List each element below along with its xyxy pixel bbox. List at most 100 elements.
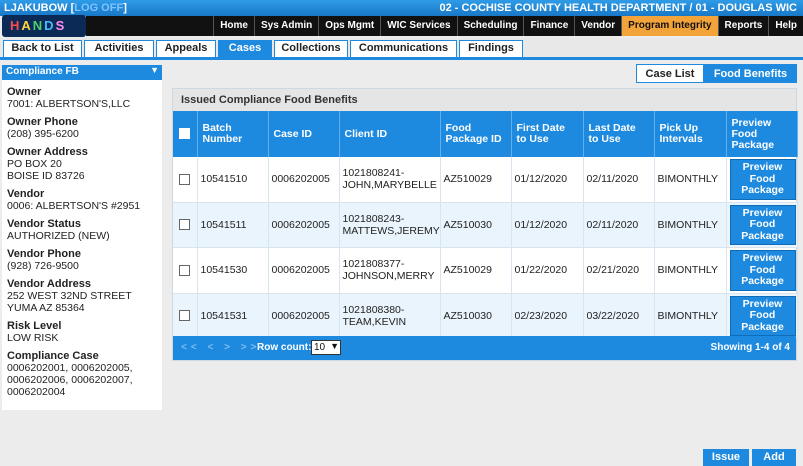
cell-last-date: 03/22/2020 — [583, 293, 655, 339]
issue-button[interactable]: Issue — [703, 449, 749, 466]
top-bar: LJAKUBOW [LOG OFF] 02 - COCHISE COUNTY H… — [0, 0, 803, 16]
sidebar-field-value: LOW RISK — [7, 332, 59, 344]
sidebar-field-label: Owner Address — [7, 146, 88, 158]
preview-food-package-button[interactable]: Preview Food Package — [729, 295, 796, 336]
sidebar-field-value: 7001: ALBERTSON'S,LLC — [7, 98, 131, 110]
row-count-select[interactable]: 10 ▼ — [311, 340, 341, 355]
nav-ops-mgmt[interactable]: Ops Mgmt — [318, 16, 380, 36]
tab-back-to-list[interactable]: Back to List — [3, 40, 82, 57]
col-client-id[interactable]: Client ID — [339, 111, 441, 157]
preview-food-package-button[interactable]: Preview Food Package — [729, 159, 796, 200]
row-checkbox[interactable] — [179, 173, 191, 185]
add-button[interactable]: Add — [752, 449, 796, 466]
nav-scheduling[interactable]: Scheduling — [456, 16, 524, 36]
sidebar-field-value: (928) 726-9500 — [7, 260, 79, 272]
row-checkbox[interactable] — [179, 310, 191, 322]
cell-client-id: 1021808380-TEAM,KEVIN — [339, 293, 441, 339]
tab-findings[interactable]: Findings — [459, 40, 523, 57]
food-benefits-table: Batch Number Case ID Client ID Food Pack… — [173, 111, 798, 339]
tab-cases[interactable]: Cases — [218, 40, 272, 58]
chevron-down-icon: ▼ — [150, 65, 159, 75]
tab-activities[interactable]: Activities — [84, 40, 154, 57]
cell-client-id: 1021808241-JOHN,MARYBELLE — [339, 157, 441, 203]
cell-first-date: 01/12/2020 — [511, 202, 584, 248]
table-row[interactable]: 10541510 0006202005 1021808241-JOHN,MARYBE… — [173, 157, 798, 203]
cell-pickup-interval: BIMONTHLY — [654, 202, 727, 248]
sidebar-field-value: (208) 395-6200 — [7, 128, 79, 140]
nav-wic-services[interactable]: WIC Services — [380, 16, 456, 36]
sidebar-field-value: 0006202001, 0006202005, 0006202006, 0006… — [7, 362, 133, 398]
col-last-date[interactable]: Last Date to Use — [583, 111, 655, 157]
nav-home[interactable]: Home — [213, 16, 254, 36]
table-pager: << < > >> Row count: 10 ▼ Showing 1-4 of… — [173, 336, 796, 360]
col-case-id[interactable]: Case ID — [268, 111, 340, 157]
tab-collections[interactable]: Collections — [274, 40, 348, 57]
sidebar-field: Vendor Status AUTHORIZED (NEW) — [2, 218, 162, 242]
preview-food-package-button[interactable]: Preview Food Package — [729, 204, 796, 245]
logout-link[interactable]: LOG OFF — [74, 2, 123, 14]
nav-finance[interactable]: Finance — [523, 16, 574, 36]
col-batch-number[interactable]: Batch Number — [197, 111, 269, 157]
sidebar-field-label: Compliance Case — [7, 350, 99, 362]
select-all-checkbox[interactable] — [179, 128, 191, 140]
sidebar-field-label: Vendor Address — [7, 278, 91, 290]
food-benefits-button[interactable]: Food Benefits — [704, 64, 797, 83]
hands-logo[interactable]: HANDS — [2, 15, 86, 37]
table-row[interactable]: 10541511 0006202005 1021808243-MATTEWS,JER… — [173, 202, 798, 248]
case-list-button[interactable]: Case List — [636, 64, 704, 83]
cell-batch-number: 10541531 — [197, 293, 269, 339]
row-checkbox[interactable] — [179, 219, 191, 231]
cell-case-id: 0006202005 — [268, 247, 340, 294]
vendor-sidebar: Compliance FB ▼ Owner 7001: ALBERTSON'S,L… — [2, 65, 162, 410]
sidebar-field: Vendor Address 252 WEST 32ND STREET YUMA … — [2, 278, 162, 314]
cell-food-package-id: AZ510030 — [440, 202, 512, 248]
table-row[interactable]: 10541530 0006202005 1021808377-JOHNSON,MER… — [173, 247, 798, 294]
table-header-row: Batch Number Case ID Client ID Food Pack… — [173, 111, 798, 157]
case-type-value: Compliance FB — [6, 66, 79, 77]
col-food-package-id[interactable]: Food Package ID — [440, 111, 512, 157]
case-tabs: Back to List Activities Appeals Cases Co… — [0, 38, 803, 60]
sidebar-field-value: 252 WEST 32ND STREET YUMA AZ 85364 — [7, 290, 132, 314]
sidebar-field: Vendor Phone (928) 726-9500 — [2, 248, 162, 272]
col-first-date[interactable]: First Date to Use — [511, 111, 584, 157]
sidebar-field: Risk Level LOW RISK — [2, 320, 162, 344]
cell-last-date: 02/11/2020 — [583, 202, 655, 248]
cell-first-date: 01/22/2020 — [511, 247, 584, 294]
nav-help[interactable]: Help — [768, 16, 803, 36]
user-info: LJAKUBOW [LOG OFF] — [4, 2, 127, 14]
sidebar-field-value: PO BOX 20 BOISE ID 83726 — [7, 158, 85, 182]
preview-food-package-button[interactable]: Preview Food Package — [729, 250, 796, 291]
nav-vendor[interactable]: Vendor — [574, 16, 621, 36]
sidebar-field-label: Owner Phone — [7, 116, 78, 128]
col-pickup-intervals[interactable]: Pick Up Intervals — [654, 111, 727, 157]
sidebar-field-value: AUTHORIZED (NEW) — [7, 230, 110, 242]
food-benefits-panel: Issued Compliance Food Benefits Batch Nu… — [172, 88, 798, 361]
cell-case-id: 0006202005 — [268, 157, 340, 203]
sidebar-field: Vendor 0006: ALBERTSON'S #2951 — [2, 188, 162, 212]
tab-appeals[interactable]: Appeals — [156, 40, 216, 57]
nav-program-integrity[interactable]: Program Integrity — [621, 16, 718, 36]
pager-arrows[interactable]: << < > >> — [181, 342, 260, 353]
sidebar-field-label: Vendor Phone — [7, 248, 81, 260]
cell-batch-number: 10541530 — [197, 247, 269, 294]
col-preview: Preview Food Package — [726, 111, 798, 157]
organization-label: 02 - COCHISE COUNTY HEALTH DEPARTMENT / … — [439, 2, 797, 14]
tab-communications[interactable]: Communications — [350, 40, 457, 57]
nav-sys-admin[interactable]: Sys Admin — [253, 16, 318, 36]
cell-case-id: 0006202005 — [268, 202, 340, 248]
cell-client-id: 1021808243-MATTEWS,JEREMY — [339, 202, 441, 248]
case-type-select[interactable]: Compliance FB ▼ — [2, 65, 162, 80]
cell-pickup-interval: BIMONTHLY — [654, 157, 727, 203]
panel-title: Issued Compliance Food Benefits — [173, 89, 796, 111]
sidebar-field-value: 0006: ALBERTSON'S #2951 — [7, 200, 141, 212]
nav-reports[interactable]: Reports — [717, 16, 769, 36]
row-checkbox[interactable] — [179, 264, 191, 276]
sidebar-field-label: Owner — [7, 86, 42, 98]
sidebar-field: Owner Address PO BOX 20 BOISE ID 83726 — [2, 146, 162, 182]
cell-pickup-interval: BIMONTHLY — [654, 247, 727, 294]
table-row[interactable]: 10541531 0006202005 1021808380-TEAM,KEVIN A… — [173, 293, 798, 339]
cell-first-date: 01/12/2020 — [511, 157, 584, 203]
cell-first-date: 02/23/2020 — [511, 293, 584, 339]
cell-food-package-id: AZ510030 — [440, 293, 512, 339]
cell-case-id: 0006202005 — [268, 293, 340, 339]
